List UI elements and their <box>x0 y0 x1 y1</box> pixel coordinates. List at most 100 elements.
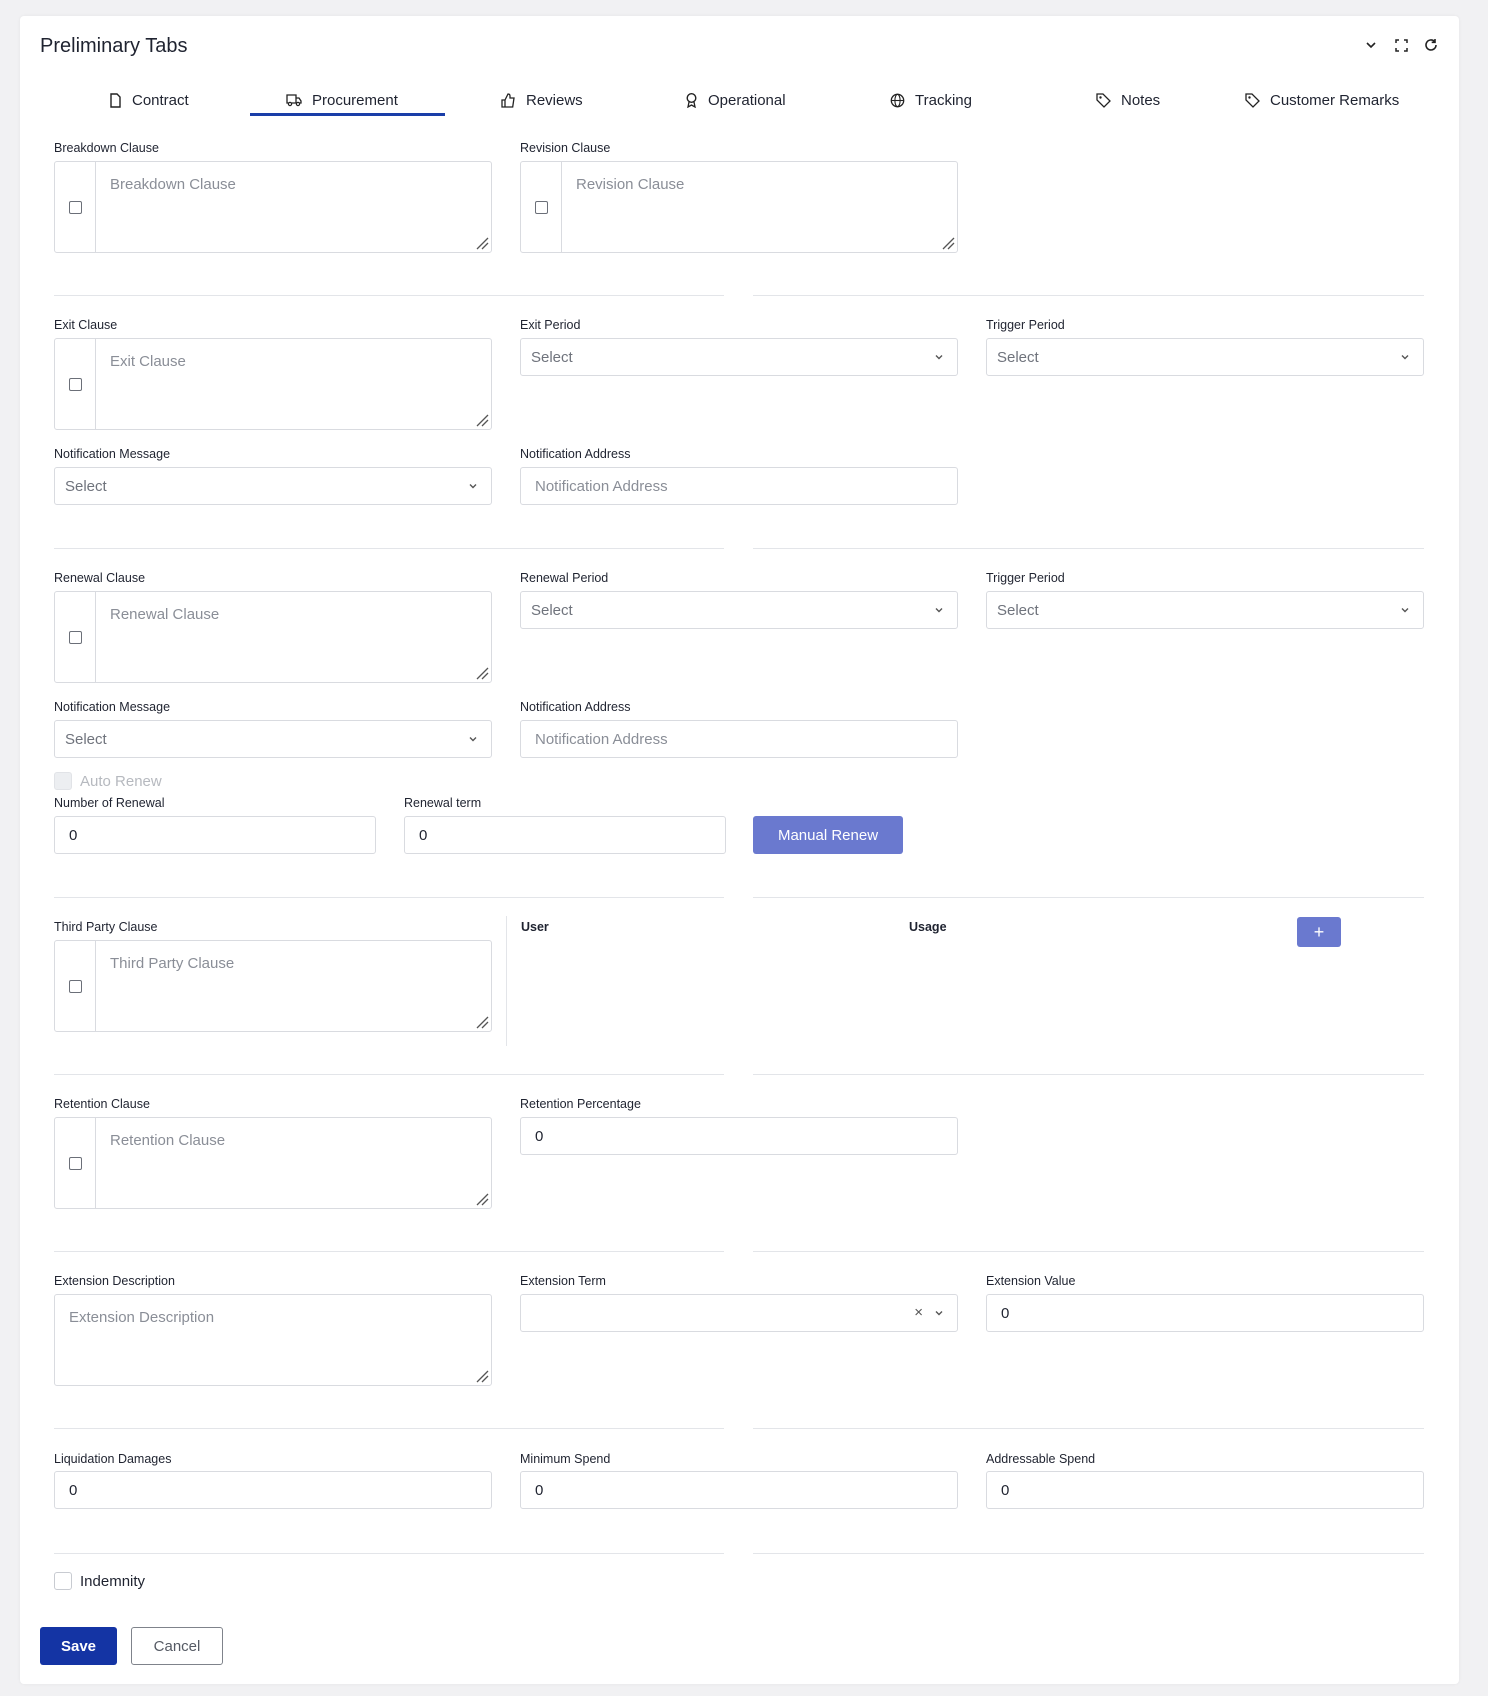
renewal-clause-field[interactable]: Renewal Clause <box>54 591 492 683</box>
section-divider <box>753 1074 1424 1075</box>
resize-handle-icon[interactable] <box>475 1192 489 1206</box>
number-of-renewal-input[interactable]: 0 <box>54 816 376 854</box>
save-button[interactable]: Save <box>40 1627 117 1665</box>
resize-handle-icon[interactable] <box>475 1369 489 1383</box>
extension-value-label: Extension Value <box>986 1274 1076 1288</box>
input-value: 0 <box>419 827 428 844</box>
resize-handle-icon[interactable] <box>475 413 489 427</box>
tab-label: Operational <box>708 91 786 109</box>
section-divider <box>753 897 1424 898</box>
select-value: Select <box>65 478 107 495</box>
input-placeholder: Notification Address <box>535 478 668 495</box>
renewal-notification-address-input[interactable]: Notification Address <box>520 720 958 758</box>
input-placeholder: Notification Address <box>535 731 668 748</box>
resize-handle-icon[interactable] <box>475 1015 489 1029</box>
auto-renew-checkbox[interactable]: Auto Renew <box>54 772 162 790</box>
exit-clause-field[interactable]: Exit Clause <box>54 338 492 430</box>
tab-label: Contract <box>132 91 189 109</box>
notification-address-label: Notification Address <box>520 700 631 714</box>
chevron-down-icon[interactable] <box>1362 36 1380 54</box>
clear-icon[interactable]: × <box>914 1304 923 1321</box>
file-icon <box>110 92 121 108</box>
thumbs-up-icon <box>501 92 515 108</box>
breakdown-clause-checkbox[interactable] <box>69 201 82 214</box>
breakdown-clause-label: Breakdown Clause <box>54 141 159 155</box>
renewal-clause-checkbox[interactable] <box>69 631 82 644</box>
tag-icon <box>1245 92 1260 108</box>
select-value: Select <box>531 349 573 366</box>
tab-contract[interactable]: Contract <box>109 84 189 116</box>
number-of-renewal-label: Number of Renewal <box>54 796 165 810</box>
addressable-spend-input[interactable]: 0 <box>986 1471 1424 1509</box>
section-divider <box>54 1553 724 1554</box>
refresh-icon[interactable] <box>1422 36 1440 54</box>
renewal-clause-placeholder: Renewal Clause <box>110 606 220 623</box>
section-divider <box>54 1074 724 1075</box>
notification-message-label: Notification Message <box>54 700 171 714</box>
auto-renew-label: Auto Renew <box>80 772 162 790</box>
retention-clause-field[interactable]: Retention Clause <box>54 1117 492 1209</box>
liquidation-damages-input[interactable]: 0 <box>54 1471 492 1509</box>
header-actions <box>1362 36 1440 54</box>
expand-icon[interactable] <box>1392 36 1410 54</box>
tab-label: Customer Remarks <box>1270 91 1400 109</box>
page-title: Preliminary Tabs <box>40 35 188 57</box>
tab-bar: Contract Procurement Reviews Operational… <box>0 84 1488 118</box>
third-party-clause-field[interactable]: Third Party Clause <box>54 940 492 1032</box>
breakdown-clause-field[interactable]: Breakdown Clause <box>54 161 492 253</box>
usage-column-header: Usage <box>909 920 947 934</box>
exit-notification-message-select[interactable]: Select <box>54 467 492 505</box>
extension-term-select[interactable]: × <box>520 1294 958 1332</box>
indemnity-label: Indemnity <box>80 1572 146 1590</box>
tab-customer-remarks[interactable]: Customer Remarks <box>1245 84 1399 116</box>
chevron-down-icon <box>935 608 943 613</box>
third-party-clause-checkbox[interactable] <box>69 980 82 993</box>
resize-handle-icon[interactable] <box>475 666 489 680</box>
tab-reviews[interactable]: Reviews <box>501 84 583 116</box>
section-divider <box>54 1251 724 1252</box>
section-divider <box>54 295 724 296</box>
renewal-notification-message-select[interactable]: Select <box>54 720 492 758</box>
extension-description-placeholder: Extension Description <box>69 1309 215 1326</box>
user-column-header: User <box>521 920 549 934</box>
exit-period-select[interactable]: Select <box>520 338 958 376</box>
revision-clause-field[interactable]: Revision Clause <box>520 161 958 253</box>
chevron-down-icon <box>1401 608 1409 613</box>
addressable-spend-label: Addressable Spend <box>986 1452 1096 1466</box>
manual-renew-button[interactable]: Manual Renew <box>753 816 903 854</box>
truck-icon <box>286 94 302 107</box>
indemnity-checkbox[interactable]: Indemnity <box>54 1572 145 1590</box>
renewal-clause-label: Renewal Clause <box>54 571 146 585</box>
input-value: 0 <box>1001 1482 1010 1499</box>
retention-percentage-input[interactable]: 0 <box>520 1117 958 1155</box>
renewal-period-select[interactable]: Select <box>520 591 958 629</box>
tab-procurement[interactable]: Procurement <box>286 84 398 116</box>
tab-label: Reviews <box>526 91 583 109</box>
cancel-button[interactable]: Cancel <box>131 1627 223 1665</box>
resize-handle-icon[interactable] <box>941 236 955 250</box>
exit-clause-checkbox[interactable] <box>69 378 82 391</box>
select-value: Select <box>531 602 573 619</box>
renewal-term-input[interactable]: 0 <box>404 816 726 854</box>
third-party-clause-placeholder: Third Party Clause <box>110 955 235 972</box>
exit-trigger-period-select[interactable]: Select <box>986 338 1424 376</box>
exit-period-label: Exit Period <box>520 318 581 332</box>
minimum-spend-input[interactable]: 0 <box>520 1471 958 1509</box>
chevron-down-icon <box>1401 355 1409 360</box>
exit-notification-address-input[interactable]: Notification Address <box>520 467 958 505</box>
extension-value-input[interactable]: 0 <box>986 1294 1424 1332</box>
select-value: Select <box>997 602 1039 619</box>
extension-description-label: Extension Description <box>54 1274 175 1288</box>
resize-handle-icon[interactable] <box>475 236 489 250</box>
renewal-trigger-period-select[interactable]: Select <box>986 591 1424 629</box>
extension-description-textarea[interactable]: Extension Description <box>54 1294 492 1386</box>
tab-tracking[interactable]: Tracking <box>890 84 972 116</box>
add-third-party-button[interactable]: + <box>1297 917 1341 947</box>
checkbox-box <box>54 1572 72 1590</box>
tab-notes[interactable]: Notes <box>1096 84 1160 116</box>
breakdown-clause-placeholder: Breakdown Clause <box>110 176 236 193</box>
retention-clause-placeholder: Retention Clause <box>110 1132 226 1149</box>
tab-operational[interactable]: Operational <box>685 84 786 116</box>
revision-clause-checkbox[interactable] <box>535 201 548 214</box>
retention-clause-checkbox[interactable] <box>69 1157 82 1170</box>
